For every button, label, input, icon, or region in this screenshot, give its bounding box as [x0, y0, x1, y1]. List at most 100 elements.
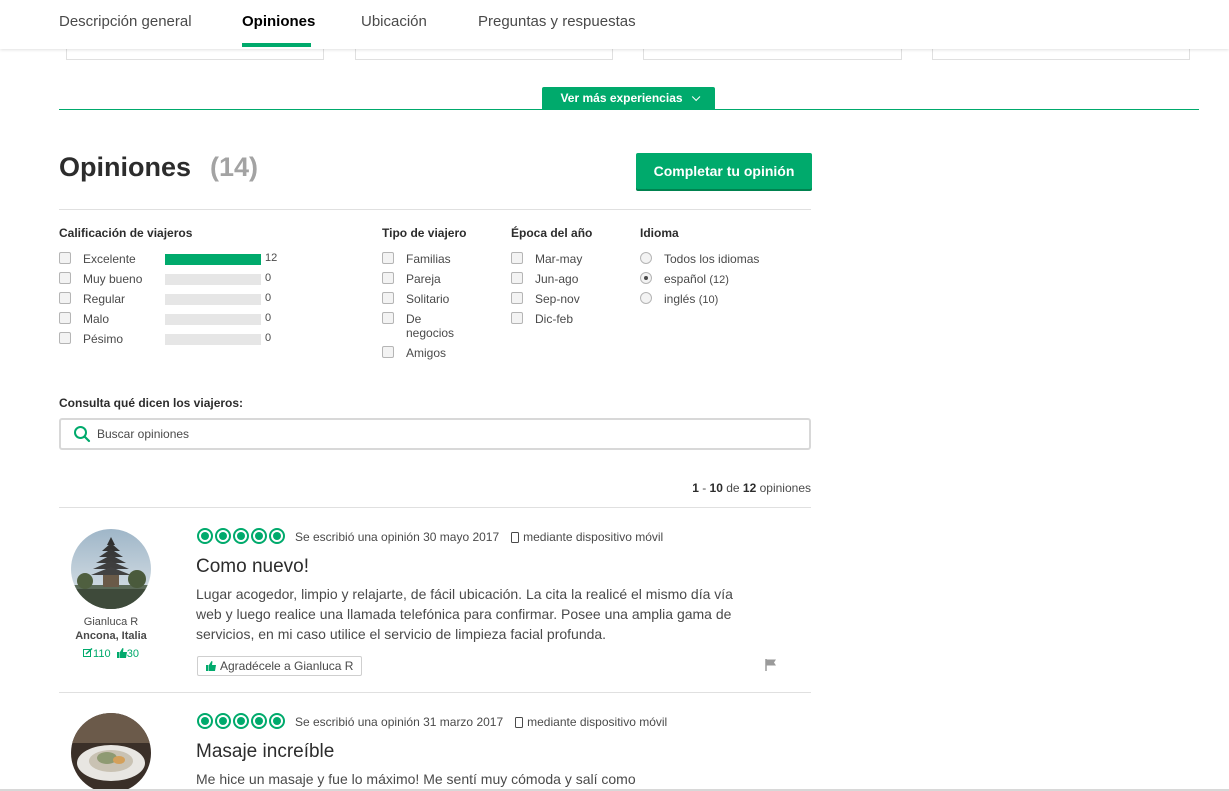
- search-icon: [74, 426, 91, 443]
- language-heading: Idioma: [640, 226, 679, 240]
- language-count: (10): [698, 294, 719, 306]
- checkbox[interactable]: [59, 292, 71, 304]
- rating-label: Malo: [83, 312, 110, 326]
- checkbox[interactable]: [511, 252, 523, 264]
- avatar[interactable]: [71, 529, 151, 609]
- language-option-spanish[interactable]: español (12): [640, 272, 729, 287]
- review-device: mediante dispositivo móvil: [527, 715, 668, 729]
- rating-bubble-icon: [215, 528, 231, 544]
- rating-bubble-icon: [269, 528, 285, 544]
- language-option-english[interactable]: inglés (10): [640, 292, 718, 307]
- checkbox[interactable]: [59, 272, 71, 284]
- review-body: Me hice un masaje y fue lo máximo! Me se…: [196, 771, 636, 787]
- rating-bubble-icon: [233, 528, 249, 544]
- bubble-rating: [197, 528, 285, 544]
- review-meta: Se escribió una opinión 31 marzo 2017 me…: [295, 715, 667, 729]
- traveler-filter-friends[interactable]: Amigos: [382, 346, 446, 360]
- radio[interactable]: [640, 252, 652, 264]
- rating-filter-excellent[interactable]: Excelente: [59, 252, 136, 266]
- review-device: mediante dispositivo móvil: [523, 530, 664, 544]
- thank-reviewer-button[interactable]: Agradécele a Gianluca R: [197, 656, 363, 676]
- rating-count: 0: [265, 292, 272, 304]
- traveler-label: De negocios: [406, 312, 455, 340]
- rating-filter-terrible[interactable]: Pésimo: [59, 332, 123, 346]
- rating-bar: [165, 294, 261, 305]
- rating-bar: [165, 254, 261, 265]
- rating-filter-average[interactable]: Regular: [59, 292, 125, 306]
- rating-filter-very-good[interactable]: Muy bueno: [59, 272, 142, 286]
- flag-icon[interactable]: [764, 658, 778, 672]
- season-filter-dec-feb[interactable]: Dic-feb: [511, 312, 573, 326]
- checkbox[interactable]: [59, 312, 71, 324]
- review-meta: Se escribió una opinión 30 mayo 2017 med…: [295, 530, 663, 544]
- checkbox[interactable]: [511, 292, 523, 304]
- rating-label: Pésimo: [83, 332, 124, 346]
- radio-selected[interactable]: [640, 272, 652, 284]
- avatar[interactable]: [71, 713, 151, 791]
- season-filter-mar-may[interactable]: Mar-may: [511, 252, 582, 266]
- see-more-experiences-button[interactable]: Ver más experiencias: [542, 87, 715, 110]
- radio[interactable]: [640, 292, 652, 304]
- divider: [59, 209, 811, 210]
- language-label: español: [664, 272, 707, 286]
- traveler-filter-couples[interactable]: Pareja: [382, 272, 441, 286]
- checkbox[interactable]: [511, 272, 523, 284]
- checkbox[interactable]: [59, 252, 71, 264]
- season-filter-sep-nov[interactable]: Sep-nov: [511, 292, 580, 306]
- rating-count: 0: [265, 272, 272, 284]
- traveler-filter-business[interactable]: De negocios: [382, 312, 466, 340]
- rating-bar-fill: [165, 254, 261, 265]
- tab-overview[interactable]: Descripción general: [59, 13, 192, 30]
- checkbox[interactable]: [511, 312, 523, 324]
- language-label: inglés: [664, 292, 696, 306]
- rating-bubble-icon: [197, 528, 213, 544]
- review-title[interactable]: Masaje increíble: [196, 741, 334, 763]
- rating-filter-poor[interactable]: Malo: [59, 312, 109, 326]
- rating-label: Excelente: [83, 252, 136, 266]
- search-box[interactable]: [59, 418, 811, 450]
- paging-suffix: opiniones: [756, 481, 811, 495]
- thumbs-up-icon: [206, 661, 216, 671]
- season-filter-jun-aug[interactable]: Jun-ago: [511, 272, 578, 286]
- traveler-label: Familias: [406, 252, 451, 266]
- checkbox[interactable]: [382, 252, 394, 264]
- checkbox[interactable]: [382, 272, 394, 284]
- tab-bar: Descripción general Opiniones Ubicación …: [0, 0, 1229, 49]
- checkbox[interactable]: [382, 292, 394, 304]
- helpful-votes-count: 30: [126, 648, 139, 660]
- paging-total: 12: [742, 481, 757, 495]
- traveler-type-heading: Tipo de viajero: [382, 226, 467, 240]
- search-label: Consulta qué dicen los viajeros:: [59, 396, 244, 410]
- review-title[interactable]: Como nuevo!: [196, 556, 309, 578]
- checkbox[interactable]: [382, 312, 394, 324]
- tab-questions[interactable]: Preguntas y respuestas: [478, 13, 636, 30]
- write-review-button[interactable]: Completar tu opinión: [636, 153, 812, 189]
- bubble-rating: [197, 713, 285, 729]
- season-heading: Época del año: [511, 226, 593, 240]
- rating-filter-heading: Calificación de viajeros: [59, 226, 193, 240]
- language-option-all[interactable]: Todos los idiomas: [640, 252, 759, 266]
- rating-count: 12: [265, 252, 278, 264]
- traveler-filter-families[interactable]: Familias: [382, 252, 451, 266]
- language-count: (12): [709, 274, 729, 286]
- rating-bar: [165, 274, 261, 285]
- traveler-label: Pareja: [406, 272, 441, 286]
- checkbox[interactable]: [382, 346, 394, 358]
- traveler-filter-solo[interactable]: Solitario: [382, 292, 449, 306]
- reviews-count: (14): [210, 152, 259, 182]
- rating-bubble-icon: [251, 528, 267, 544]
- rating-label: Regular: [83, 292, 126, 306]
- reviewer-location: Ancona, Italia: [75, 630, 147, 642]
- paging-to: 10: [709, 481, 723, 495]
- tab-location[interactable]: Ubicación: [361, 13, 427, 30]
- paging-from: 1: [692, 481, 699, 495]
- checkbox[interactable]: [59, 332, 71, 344]
- paging-of: de: [722, 481, 743, 495]
- reviewer-name[interactable]: Gianluca R: [51, 616, 171, 628]
- search-input[interactable]: [97, 424, 797, 444]
- reviewer-stats: 110 30: [51, 647, 171, 660]
- tab-reviews[interactable]: Opiniones: [242, 13, 315, 30]
- rating-count: 0: [265, 312, 272, 324]
- season-label: Sep-nov: [535, 292, 580, 306]
- contributions-icon: [83, 647, 93, 657]
